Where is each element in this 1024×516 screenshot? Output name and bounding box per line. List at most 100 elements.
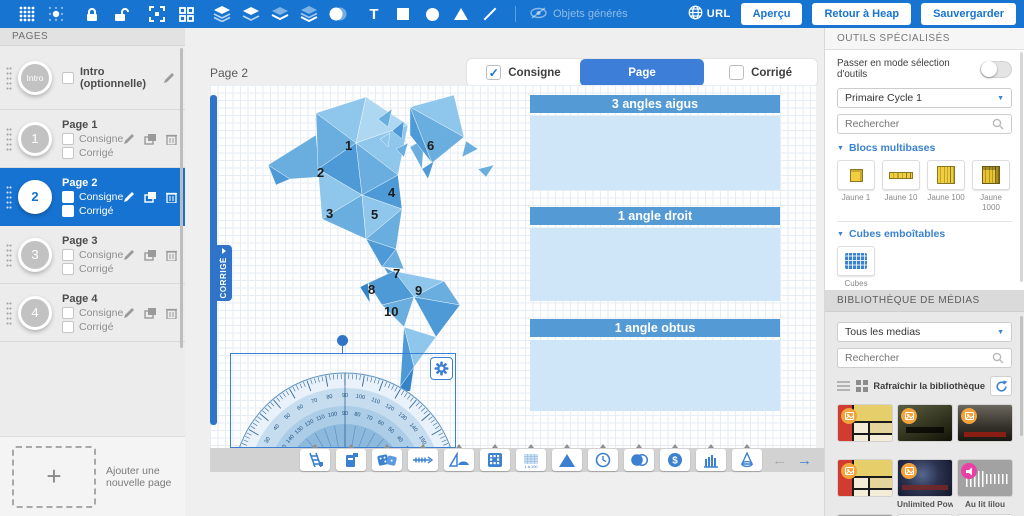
tools-search-input[interactable]: [845, 118, 992, 130]
duplicate-page-icon[interactable]: [144, 249, 157, 261]
corrige-checkbox[interactable]: [62, 147, 74, 159]
tab-consigne[interactable]: ✓ Consigne: [467, 59, 580, 86]
list-view-icon[interactable]: [837, 381, 850, 391]
preview-button[interactable]: Aperçu: [741, 3, 803, 25]
consigne-tab-checkbox[interactable]: ✓: [486, 65, 501, 80]
numberline-tool-button[interactable]: [408, 449, 438, 471]
tool-jaune-1[interactable]: Jaune 1: [837, 160, 875, 212]
page-badge-3[interactable]: 3: [18, 238, 52, 272]
delete-page-icon[interactable]: [166, 249, 177, 261]
strip-prev-arrow[interactable]: ←: [772, 452, 787, 469]
dropzone-body[interactable]: [530, 340, 780, 411]
strip-next-arrow[interactable]: →: [797, 452, 812, 469]
tools-scrollbar[interactable]: [1020, 52, 1023, 282]
dropzone-angle-droit[interactable]: 1 angle droit: [530, 207, 780, 301]
corrige-checkbox[interactable]: [62, 205, 74, 217]
consigne-checkbox[interactable]: [62, 307, 74, 319]
section-blocs-multibases[interactable]: ▼ Blocs multibases: [837, 142, 1012, 154]
rotation-handle[interactable]: [337, 335, 348, 346]
tab-page-active[interactable]: Page: [580, 59, 704, 86]
drag-handle-icon[interactable]: [6, 243, 12, 267]
protractor-selection-box[interactable]: [230, 353, 456, 448]
media-filter-select[interactable]: Tous les medias ▼: [837, 322, 1012, 342]
abacus-tool-button[interactable]: [696, 449, 726, 471]
dropzone-body[interactable]: [530, 116, 780, 190]
page-badge-intro[interactable]: Intro: [18, 61, 52, 95]
page-item-intro[interactable]: Intro Intro (optionnelle): [0, 46, 185, 110]
edit-page-icon[interactable]: [123, 191, 135, 203]
hundred-board-tool-button[interactable]: [480, 449, 510, 471]
corrige-checkbox[interactable]: [62, 263, 74, 275]
grid-100-tool-button[interactable]: 1 à 100: [516, 449, 546, 471]
edit-page-icon[interactable]: [123, 249, 135, 261]
duplicate-page-icon[interactable]: [144, 191, 157, 203]
tool-jaune-10[interactable]: Jaune 10: [882, 160, 920, 212]
corrige-checkbox[interactable]: [62, 321, 74, 333]
bring-to-front-icon[interactable]: [213, 5, 231, 23]
back-to-heap-button[interactable]: Retour à Heap: [812, 3, 911, 25]
refresh-library-button[interactable]: [990, 376, 1012, 396]
duplicate-page-icon[interactable]: [144, 133, 157, 145]
delete-page-icon[interactable]: [166, 191, 177, 203]
opacity-icon[interactable]: [329, 5, 347, 23]
send-backward-icon[interactable]: [271, 5, 289, 23]
page-item-4[interactable]: 4 Page 4 Consigne Corrigé: [0, 284, 185, 342]
page-item-3[interactable]: 3 Page 3 Consigne Corrigé: [0, 226, 185, 284]
generated-objects-toggle[interactable]: Objets générés: [530, 7, 628, 22]
duplicate-page-icon[interactable]: [144, 307, 157, 319]
select-all-icon[interactable]: [148, 5, 166, 23]
flashcard-tool-button[interactable]: [336, 449, 366, 471]
snap-grid-icon[interactable]: [47, 5, 65, 23]
media-item[interactable]: Unlimited Power: [897, 459, 953, 508]
consigne-checkbox[interactable]: [62, 249, 74, 261]
tool-jaune-1000[interactable]: Jaune 1000: [972, 160, 1010, 212]
dropzone-angle-obtus[interactable]: 1 angle obtus: [530, 319, 780, 411]
bring-forward-icon[interactable]: [242, 5, 260, 23]
unlock-icon[interactable]: [112, 5, 130, 23]
tab-corrige[interactable]: Corrigé: [704, 59, 817, 86]
page-badge-4[interactable]: 4: [18, 296, 52, 330]
edit-page-icon[interactable]: [123, 307, 135, 319]
dropzone-angles-aigus[interactable]: 3 angles aigus: [530, 95, 780, 190]
page-badge-1[interactable]: 1: [18, 122, 52, 156]
delete-page-icon[interactable]: [166, 307, 177, 319]
americas-map-image[interactable]: 1 2 3 4 5 6 7 8 9 10: [262, 91, 502, 391]
lock-icon[interactable]: [83, 5, 101, 23]
media-search-input[interactable]: [845, 352, 992, 364]
text-tool-icon[interactable]: T: [365, 5, 383, 23]
delete-page-icon[interactable]: [166, 133, 177, 145]
edit-page-icon[interactable]: [123, 133, 135, 145]
drag-handle-icon[interactable]: [6, 185, 12, 209]
dropzone-body[interactable]: [530, 228, 780, 301]
protractor-settings-button[interactable]: [430, 357, 453, 380]
tool-selection-mode-toggle[interactable]: [980, 61, 1012, 78]
money-tool-button[interactable]: $: [660, 449, 690, 471]
consigne-checkbox[interactable]: [62, 191, 74, 203]
triangle-tool-icon[interactable]: [452, 5, 470, 23]
page-item-2-active[interactable]: 2 Page 2 Consigne Corrigé: [0, 168, 185, 226]
media-item[interactable]: [837, 404, 893, 453]
save-button[interactable]: Sauvergarder: [921, 3, 1016, 25]
corrige-flap-tab[interactable]: CORRIGÉ: [215, 245, 232, 301]
grid-icon[interactable]: [18, 5, 36, 23]
geometry-tools-button[interactable]: [444, 449, 474, 471]
line-tool-icon[interactable]: [481, 5, 499, 23]
corrige-tab-checkbox[interactable]: [729, 65, 744, 80]
edit-page-icon[interactable]: [163, 72, 175, 84]
section-cubes-emboitables[interactable]: ▼ Cubes emboîtables: [837, 228, 1012, 240]
media-scrollbar[interactable]: [1020, 316, 1023, 436]
media-item[interactable]: [897, 404, 953, 453]
triangle-shape-tool-button[interactable]: [552, 449, 582, 471]
group-objects-icon[interactable]: [177, 5, 195, 23]
consigne-checkbox[interactable]: [62, 133, 74, 145]
solids-tool-button[interactable]: [732, 449, 762, 471]
coins-tool-button[interactable]: [624, 449, 654, 471]
grid-view-icon[interactable]: [856, 380, 868, 392]
circle-tool-icon[interactable]: [423, 5, 441, 23]
square-tool-icon[interactable]: [394, 5, 412, 23]
intro-checkbox[interactable]: [62, 72, 74, 84]
drag-handle-icon[interactable]: [6, 66, 12, 90]
editor-canvas[interactable]: CORRIGÉ: [210, 85, 816, 448]
media-item[interactable]: [957, 404, 1013, 453]
media-item[interactable]: Au lit lilou: [957, 459, 1013, 508]
